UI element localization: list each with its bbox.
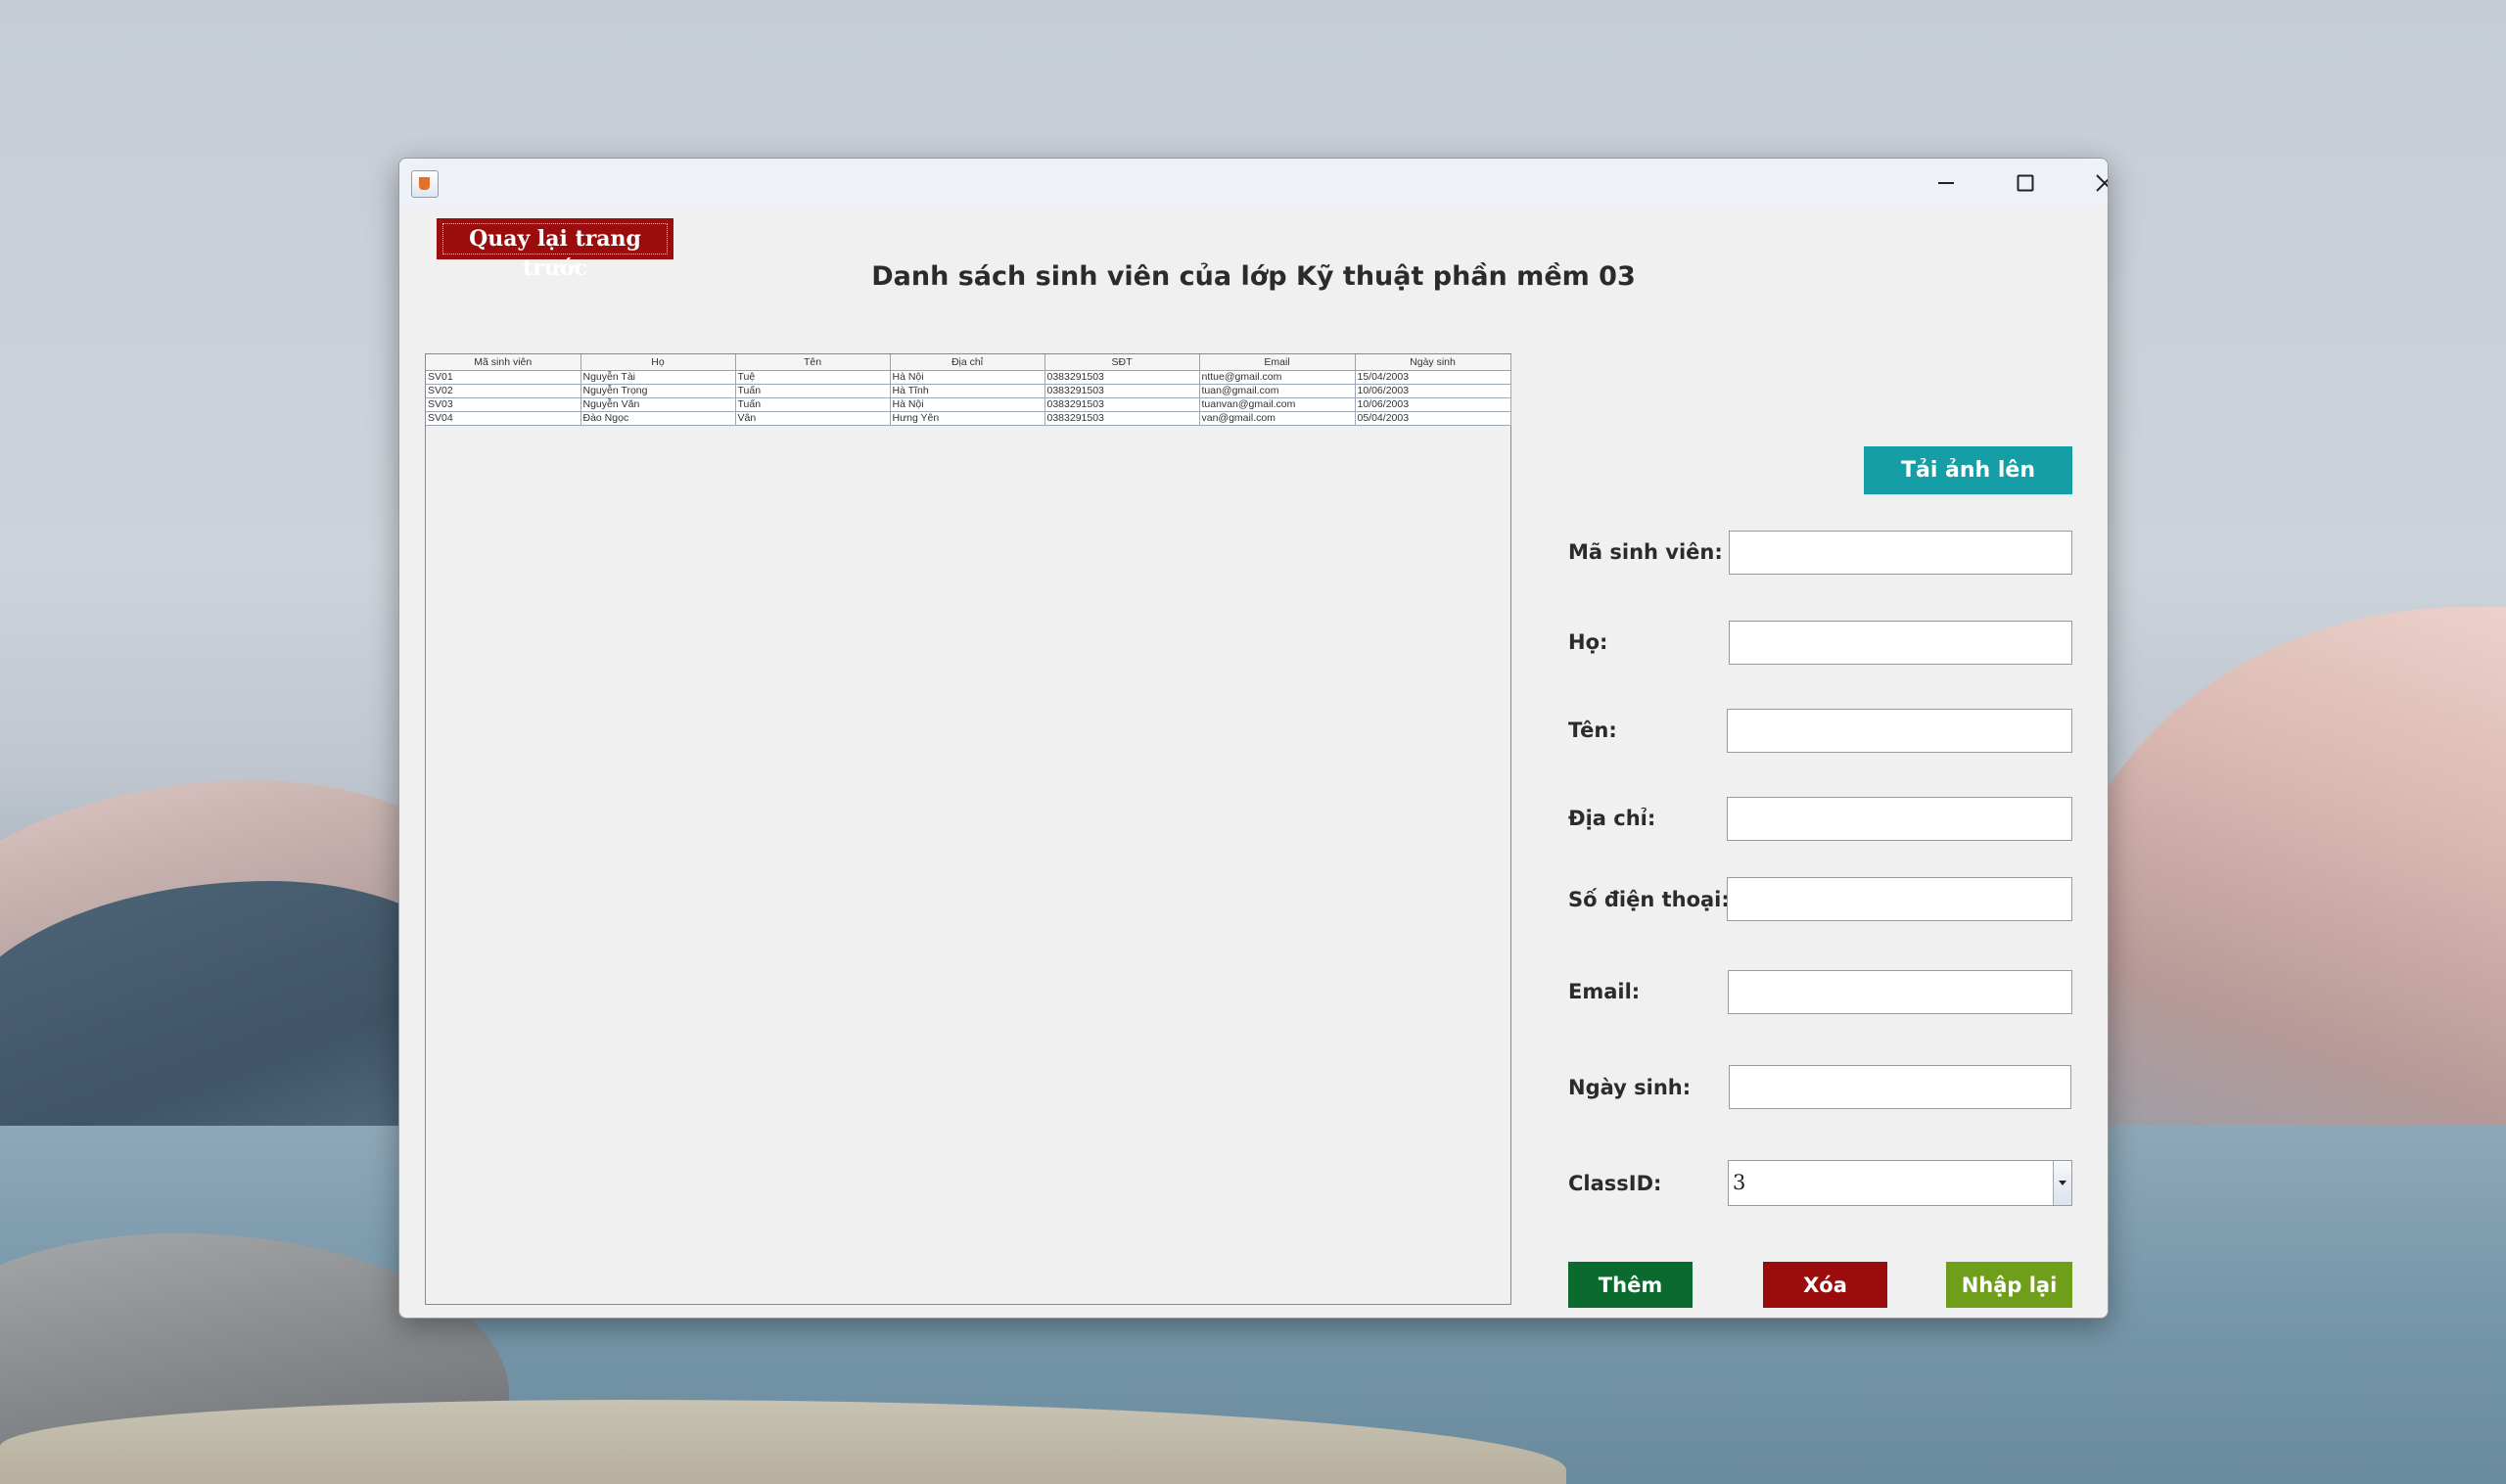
table-cell: SV03: [426, 397, 581, 412]
table-cell: Nguyễn Văn: [580, 397, 736, 412]
last-name-input[interactable]: [1729, 621, 2072, 665]
last-name-label: Họ:: [1568, 630, 1608, 654]
table-cell: 05/04/2003: [1355, 411, 1511, 426]
birthdate-label: Ngày sinh:: [1568, 1076, 1692, 1099]
reset-button[interactable]: Nhập lại: [1946, 1262, 2072, 1308]
table-cell: SV02: [426, 384, 581, 398]
student-table: Mã sinh viên Họ Tên Địa chỉ SĐT Email Ng…: [426, 354, 1511, 426]
table-row[interactable]: SV04 Đào Ngọc Vân Hưng Yên 0383291503 va…: [426, 411, 1511, 426]
table-cell: Tuấn: [735, 397, 891, 412]
table-cell: 0383291503: [1044, 397, 1200, 412]
table-cell: Hà Nội: [890, 370, 1045, 385]
table-row[interactable]: SV01 Nguyễn Tài Tuệ Hà Nội 0383291503 nt…: [426, 370, 1511, 385]
table-cell: Đào Ngọc: [580, 411, 736, 426]
table-cell: tuanvan@gmail.com: [1199, 397, 1356, 412]
maximize-button[interactable]: [1986, 159, 2065, 208]
page-title: Danh sách sinh viên của lớp Kỹ thuật phầ…: [871, 261, 1636, 292]
table-row[interactable]: SV03 Nguyễn Văn Tuấn Hà Nội 0383291503 t…: [426, 397, 1511, 412]
wallpaper-dune-right: [2056, 607, 2506, 1194]
column-header-birthdate[interactable]: Ngày sinh: [1355, 354, 1511, 371]
table-cell: nttue@gmail.com: [1199, 370, 1356, 385]
table-cell: 0383291503: [1044, 411, 1200, 426]
table-cell: Nguyễn Tài: [580, 370, 736, 385]
delete-button[interactable]: Xóa: [1763, 1262, 1887, 1308]
table-cell: Hưng Yên: [890, 411, 1045, 426]
table-cell: tuan@gmail.com: [1199, 384, 1356, 398]
back-to-previous-button[interactable]: Quay lại trang trước: [437, 218, 673, 281]
column-header-first-name[interactable]: Tên: [735, 354, 891, 371]
table-cell: Tuệ: [735, 370, 891, 385]
first-name-input[interactable]: [1727, 709, 2072, 753]
student-id-label: Mã sinh viên:: [1568, 540, 1723, 564]
column-header-address[interactable]: Địa chỉ: [890, 354, 1045, 371]
table-row[interactable]: SV02 Nguyễn Trọng Tuấn Hà Tĩnh 038329150…: [426, 384, 1511, 398]
address-label: Địa chỉ:: [1568, 807, 1656, 830]
class-id-label: ClassID:: [1568, 1172, 1662, 1195]
column-header-phone[interactable]: SĐT: [1044, 354, 1200, 371]
birthdate-input[interactable]: [1729, 1065, 2071, 1109]
column-header-last-name[interactable]: Họ: [580, 354, 736, 371]
table-cell: SV01: [426, 370, 581, 385]
java-app-icon: [411, 170, 439, 198]
close-button[interactable]: [2065, 159, 2108, 208]
minimize-icon: [1938, 182, 1954, 184]
table-cell: 0383291503: [1044, 384, 1200, 398]
column-header-student-id[interactable]: Mã sinh viên: [426, 354, 581, 371]
app-window: Quay lại trang trước Danh sách sinh viên…: [398, 158, 2109, 1319]
student-table-scrollpane[interactable]: Mã sinh viên Họ Tên Địa chỉ SĐT Email Ng…: [425, 353, 1511, 1305]
table-cell: Hà Tĩnh: [890, 384, 1045, 398]
chevron-down-icon[interactable]: [2053, 1161, 2071, 1205]
first-name-label: Tên:: [1568, 719, 1617, 742]
phone-input[interactable]: [1727, 877, 2072, 921]
class-id-select[interactable]: 3: [1728, 1160, 2072, 1206]
table-cell: 10/06/2003: [1355, 384, 1511, 398]
upload-photo-button[interactable]: Tải ảnh lên: [1864, 446, 2072, 494]
back-button-label: Quay lại trang trước: [442, 223, 668, 281]
student-id-input[interactable]: [1729, 531, 2072, 575]
add-button[interactable]: Thêm: [1568, 1262, 1693, 1308]
table-cell: 0383291503: [1044, 370, 1200, 385]
table-header-row: Mã sinh viên Họ Tên Địa chỉ SĐT Email Ng…: [426, 354, 1511, 371]
table-cell: Hà Nội: [890, 397, 1045, 412]
phone-label: Số điện thoại:: [1568, 888, 1730, 911]
close-icon: [2096, 174, 2108, 192]
class-id-selected-value: 3: [1733, 1171, 1746, 1194]
address-input[interactable]: [1727, 797, 2072, 841]
table-cell: Vân: [735, 411, 891, 426]
email-label: Email:: [1568, 980, 1641, 1003]
column-header-email[interactable]: Email: [1199, 354, 1356, 371]
table-cell: 10/06/2003: [1355, 397, 1511, 412]
title-bar[interactable]: [399, 159, 2108, 208]
minimize-button[interactable]: [1907, 159, 1985, 208]
email-input[interactable]: [1728, 970, 2072, 1014]
table-cell: 15/04/2003: [1355, 370, 1511, 385]
maximize-icon: [2017, 174, 2034, 192]
table-cell: Tuấn: [735, 384, 891, 398]
table-cell: van@gmail.com: [1199, 411, 1356, 426]
table-cell: SV04: [426, 411, 581, 426]
table-cell: Nguyễn Trọng: [580, 384, 736, 398]
